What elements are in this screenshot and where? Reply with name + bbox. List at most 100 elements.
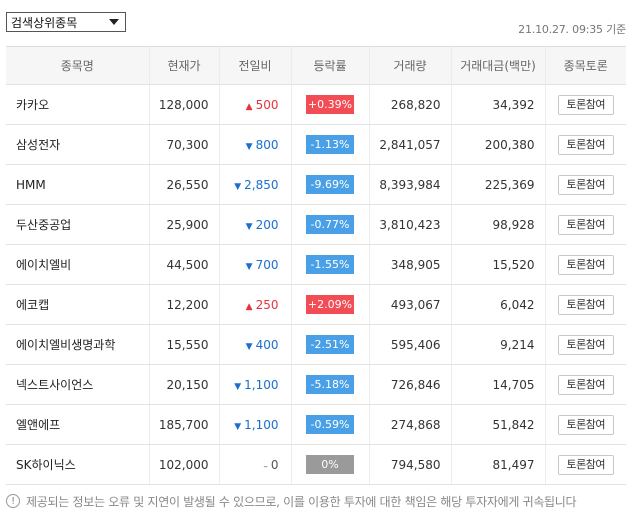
down-arrow-icon: ▼ — [234, 381, 242, 392]
change-rate-badge: -0.77% — [306, 215, 354, 234]
down-arrow-icon: ▼ — [245, 221, 253, 232]
trade-amount: 200,380 — [450, 124, 545, 165]
stock-name-link[interactable]: SK하이닉스 — [6, 444, 149, 485]
discussion-cell: 토론참여 — [544, 364, 626, 405]
table-row: 에이치엘비생명과학 15,550 ▼ 400 -2.51% 595,406 9,214 토론참… — [6, 324, 626, 365]
change-rate-cell: -0.59% — [290, 404, 369, 445]
price-change: –0 — [218, 444, 291, 485]
join-discussion-button[interactable]: 토론참여 — [557, 174, 614, 195]
table-row: 두산중공업 25,900 ▼ 200 -0.77% 3,810,423 98,928 토론참여 — [6, 204, 626, 245]
trade-volume: 493,067 — [368, 284, 451, 325]
trade-amount: 98,928 — [450, 204, 545, 245]
price-change-value: 200 — [255, 217, 279, 232]
stock-name-link[interactable]: 넥스트사이언스 — [6, 364, 149, 405]
stock-name-link[interactable]: 에이치엘비 — [6, 244, 149, 285]
change-rate-cell: -9.69% — [290, 164, 369, 205]
trade-volume: 595,406 — [368, 324, 451, 365]
disclaimer: ! 제공되는 정보는 오류 및 지연이 발생될 수 있으므로, 이를 이용한 투… — [6, 492, 626, 510]
price-change: ▼ 1,100 — [218, 364, 291, 405]
price-change: ▲ 250 — [218, 284, 291, 325]
current-price: 70,300 — [148, 124, 219, 165]
current-price: 44,500 — [148, 244, 219, 285]
trade-amount: 225,369 — [450, 164, 545, 205]
col-header-discussion: 종목토론 — [544, 46, 626, 85]
stock-name-link[interactable]: HMM — [6, 164, 149, 205]
join-discussion-button[interactable]: 토론참여 — [557, 334, 614, 355]
change-rate-cell: 0% — [290, 444, 369, 485]
trade-volume: 2,841,057 — [368, 124, 451, 165]
price-change-value: 250 — [255, 297, 279, 312]
price-change-value: 400 — [255, 337, 279, 352]
join-discussion-button[interactable]: 토론참여 — [557, 214, 614, 235]
change-rate-badge: -5.18% — [306, 375, 354, 394]
toolbar: 검색상위종목 21.10.27. 09:35 기준 — [6, 12, 626, 36]
price-change: ▼ 2,850 — [218, 164, 291, 205]
discussion-cell: 토론참여 — [544, 324, 626, 365]
change-rate-cell: -1.55% — [290, 244, 369, 285]
table-row: 에이치엘비 44,500 ▼ 700 -1.55% 348,905 15,520 토론참여 — [6, 244, 626, 285]
current-price: 25,900 — [148, 204, 219, 245]
discussion-cell: 토론참여 — [544, 164, 626, 205]
price-change-value: 1,100 — [244, 417, 279, 432]
down-arrow-icon: ▼ — [234, 421, 242, 432]
change-rate-cell: +0.39% — [290, 84, 369, 125]
join-discussion-button[interactable]: 토론참여 — [557, 294, 614, 315]
price-change-value: 1,100 — [244, 377, 279, 392]
trade-volume: 794,580 — [368, 444, 451, 485]
table-row: 카카오 128,000 ▲ 500 +0.39% 268,820 34,392 토론참여 — [6, 84, 626, 125]
select-value: 검색상위종목 — [11, 15, 78, 30]
trade-volume: 348,905 — [368, 244, 451, 285]
change-rate-badge: 0% — [306, 455, 354, 474]
trade-amount: 14,705 — [450, 364, 545, 405]
change-rate-cell: -1.13% — [290, 124, 369, 165]
price-change: ▲ 500 — [218, 84, 291, 125]
price-change-value: 800 — [255, 137, 279, 152]
col-header-volume[interactable]: 거래량 — [368, 46, 451, 85]
change-rate-cell: -5.18% — [290, 364, 369, 405]
price-change: ▼ 200 — [218, 204, 291, 245]
current-price: 20,150 — [148, 364, 219, 405]
stock-name-link[interactable]: 삼성전자 — [6, 124, 149, 165]
ranking-type-select[interactable]: 검색상위종목 — [6, 12, 126, 32]
trade-amount: 51,842 — [450, 404, 545, 445]
change-rate-badge: -1.55% — [306, 255, 354, 274]
col-header-change[interactable]: 전일비 — [218, 46, 291, 85]
price-change-value: 0 — [270, 457, 279, 472]
join-discussion-button[interactable]: 토론참여 — [557, 374, 614, 395]
trade-volume: 268,820 — [368, 84, 451, 125]
stock-name-link[interactable]: 카카오 — [6, 84, 149, 125]
join-discussion-button[interactable]: 토론참여 — [557, 134, 614, 155]
join-discussion-button[interactable]: 토론참여 — [557, 454, 614, 475]
trade-volume: 274,868 — [368, 404, 451, 445]
trade-amount: 6,042 — [450, 284, 545, 325]
col-header-rate[interactable]: 등락률 — [290, 46, 369, 85]
change-rate-badge: -2.51% — [306, 335, 354, 354]
timestamp: 21.10.27. 09:35 기준 — [518, 23, 626, 36]
col-header-amount[interactable]: 거래대금(백만) — [450, 46, 545, 85]
stock-name-link[interactable]: 엘앤에프 — [6, 404, 149, 445]
join-discussion-button[interactable]: 토론참여 — [557, 414, 614, 435]
current-price: 185,700 — [148, 404, 219, 445]
discussion-cell: 토론참여 — [544, 284, 626, 325]
col-header-price[interactable]: 현재가 — [148, 46, 219, 85]
trade-amount: 9,214 — [450, 324, 545, 365]
stock-name-link[interactable]: 두산중공업 — [6, 204, 149, 245]
stock-name-link[interactable]: 에이치엘비생명과학 — [6, 324, 149, 365]
up-arrow-icon: ▲ — [245, 301, 253, 312]
chevron-down-icon — [107, 15, 121, 29]
join-discussion-button[interactable]: 토론참여 — [557, 254, 614, 275]
down-arrow-icon: ▼ — [245, 261, 253, 272]
down-arrow-icon: ▼ — [245, 141, 253, 152]
col-header-name[interactable]: 종목명 — [6, 46, 149, 85]
table-row: 삼성전자 70,300 ▼ 800 -1.13% 2,841,057 200,380 토론참여 — [6, 124, 626, 165]
current-price: 15,550 — [148, 324, 219, 365]
stock-name-link[interactable]: 에코캡 — [6, 284, 149, 325]
price-change-value: 500 — [255, 97, 279, 112]
change-rate-badge: -0.59% — [306, 415, 354, 434]
stock-table: 종목명 현재가 전일비 등락률 거래량 거래대금(백만) 종목토론 카카오 128… — [6, 46, 626, 485]
join-discussion-button[interactable]: 토론참여 — [557, 94, 614, 115]
table-row: 에코캡 12,200 ▲ 250 +2.09% 493,067 6,042 토론참여 — [6, 284, 626, 325]
current-price: 128,000 — [148, 84, 219, 125]
change-rate-cell: -0.77% — [290, 204, 369, 245]
price-change: ▼ 800 — [218, 124, 291, 165]
